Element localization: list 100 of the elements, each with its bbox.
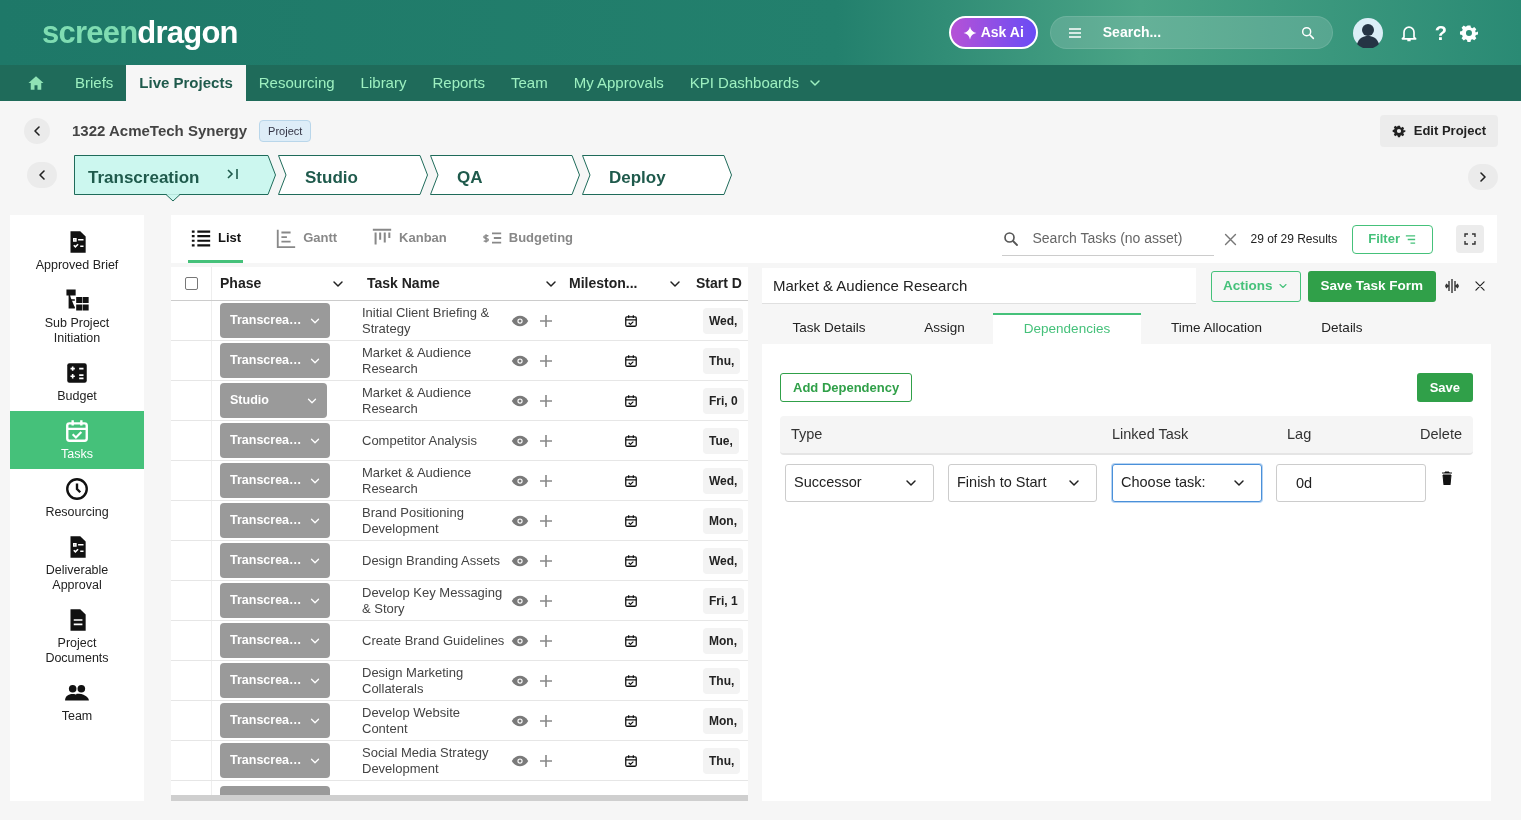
split-icon[interactable] (1444, 278, 1461, 294)
view-tab[interactable]: Budgeting (478, 215, 575, 263)
form-tab[interactable]: Assign (896, 313, 993, 344)
nav-tab[interactable]: Resourcing (245, 65, 348, 101)
form-tab[interactable]: Time Allocation (1141, 313, 1292, 344)
close-icon[interactable] (1473, 279, 1488, 293)
date-field[interactable]: Wed, (703, 307, 744, 334)
plus-icon[interactable] (539, 353, 553, 368)
calendar-icon (624, 313, 638, 328)
logo: screendragon (42, 17, 238, 48)
column-header[interactable]: Task Name (356, 267, 569, 300)
date-field[interactable]: Thu, (703, 747, 741, 774)
calendar-icon (624, 433, 638, 448)
date-field[interactable]: Thu, (703, 667, 741, 694)
plus-icon[interactable] (539, 393, 553, 408)
sidebar-item[interactable]: Team (10, 673, 144, 731)
nav-tab[interactable]: Reports (419, 65, 498, 101)
task-name[interactable]: Brand Positioning Development (362, 504, 508, 537)
calculator-icon (64, 360, 90, 386)
task-name[interactable]: Develop Key Messaging & Story (362, 584, 508, 617)
date-field[interactable]: Wed, (703, 547, 744, 574)
date-field[interactable]: Mon, (703, 627, 743, 654)
next-button[interactable] (1468, 164, 1498, 190)
plus-icon[interactable] (539, 513, 553, 528)
home-icon[interactable] (27, 74, 45, 92)
task-name[interactable]: Market & Audience Research (362, 344, 508, 377)
search-field[interactable]: Search... (1102, 22, 1280, 43)
back-button[interactable] (24, 118, 50, 144)
sidebar-item[interactable]: Resourcing (10, 469, 144, 527)
task-name[interactable]: Design Branding Assets (362, 552, 508, 569)
expand-icon (1464, 233, 1476, 245)
plus-icon[interactable] (539, 633, 553, 648)
nav-tab[interactable]: KPI Dashboards (676, 65, 836, 101)
date-field[interactable]: Fri, 1 (703, 587, 744, 614)
project-title: 1322 AcmeTech Synergy (72, 120, 248, 141)
task-name[interactable]: Develop Website Content (362, 704, 508, 737)
task-name[interactable]: Market & Audience Research (362, 384, 508, 417)
sidebar-item[interactable]: Project Documents (10, 600, 144, 673)
column-header[interactable]: Mileston... (569, 267, 693, 300)
task-name[interactable]: Market & Audience Research (362, 464, 508, 497)
trash-icon[interactable] (1441, 471, 1453, 485)
avatar-icon[interactable] (1352, 17, 1383, 48)
date-field[interactable]: Mon, (703, 707, 743, 734)
type-select[interactable]: Successor (785, 464, 934, 502)
sidebar-item[interactable]: Sub Project Initiation (10, 280, 144, 353)
nav-tab[interactable]: Briefs (62, 65, 127, 101)
help-link[interactable]: ? (1434, 17, 1447, 48)
sidebar-item[interactable]: Budget (10, 353, 144, 411)
date-field[interactable]: Thu, (703, 347, 741, 374)
calendar-icon (624, 633, 638, 648)
nav-tab[interactable]: Team (498, 65, 561, 101)
date-field[interactable]: Fri, 0 (703, 387, 744, 414)
search-field[interactable]: Search Tasks (no asset) (1032, 228, 1215, 249)
sidebar-item[interactable]: Approved Brief (10, 222, 144, 280)
ask-ai-button[interactable]: Ask Ai (948, 16, 1038, 49)
task-name[interactable]: Design Marketing Collaterals (362, 664, 508, 697)
plus-icon[interactable] (539, 713, 553, 728)
form-tab[interactable]: Task Details (762, 313, 896, 344)
date-field[interactable]: Wed, (703, 467, 744, 494)
calendar-icon (624, 553, 638, 568)
column-header[interactable]: Phase (211, 267, 356, 300)
sidebar-item[interactable]: Deliverable Approval (10, 527, 144, 600)
plus-icon[interactable] (539, 313, 553, 328)
previous-button[interactable] (27, 162, 57, 188)
nav-tab[interactable]: Library (347, 65, 420, 101)
plus-icon[interactable] (539, 753, 553, 768)
task-name[interactable]: Create Brand Guidelines (362, 632, 508, 649)
view-tab[interactable]: List (188, 215, 244, 263)
calendar-icon (624, 393, 638, 408)
search-bar[interactable]: Search Tasks (no asset) (1002, 222, 1215, 256)
plus-icon[interactable] (539, 673, 553, 688)
plus-icon[interactable] (539, 553, 553, 568)
date-field[interactable]: Tue, (703, 427, 739, 454)
plus-icon[interactable] (539, 593, 553, 608)
column-header: Lag (1287, 424, 1313, 444)
plus-icon[interactable] (539, 473, 553, 488)
task-select[interactable]: Choose task: (1112, 464, 1262, 502)
edit-project-button[interactable]: Edit Project (1379, 115, 1498, 147)
nav-tab[interactable]: My Approvals (560, 65, 677, 101)
settings-icon[interactable] (1459, 22, 1479, 43)
calendar-icon (624, 713, 638, 728)
task-name[interactable]: Social Media Strategy Development (362, 744, 508, 777)
column-header[interactable]: Start D (693, 267, 748, 300)
collapse-icon[interactable] (226, 167, 240, 181)
date-field[interactable]: Mon, (703, 507, 743, 534)
form-tab[interactable]: Details (1292, 313, 1392, 344)
relation-select[interactable]: Finish to Start (948, 464, 1097, 502)
task-name[interactable]: Competitor Analysis (362, 432, 508, 449)
checkbox[interactable] (184, 277, 198, 290)
plus-icon[interactable] (539, 433, 553, 448)
view-tab[interactable]: Kanban (369, 215, 449, 263)
column-header: Linked Task (1112, 424, 1190, 444)
view-tab[interactable]: Gantt (273, 215, 340, 263)
task-name[interactable]: Initial Client Briefing & Strategy (362, 304, 508, 337)
nav-tab[interactable]: Live Projects (126, 65, 246, 101)
lag-field[interactable]: 0d (1276, 464, 1426, 502)
calendar-icon (624, 353, 638, 368)
task-title-field[interactable]: Market & Audience Research (762, 268, 1196, 304)
scrollbar[interactable] (171, 795, 748, 801)
fullscreen-button[interactable] (1456, 225, 1484, 253)
